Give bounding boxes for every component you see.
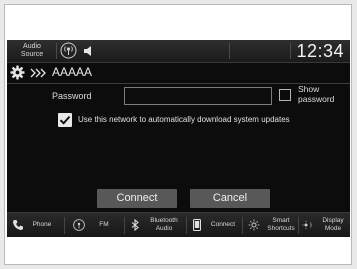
- nav-display-mode[interactable]: Display Mode: [299, 213, 350, 237]
- bluetooth-icon: [131, 219, 139, 231]
- nav-connect-label: Connect: [210, 221, 236, 228]
- nav-bluetooth-label-line2: Audio: [155, 225, 173, 232]
- status-bar: Audio Source 12:34: [7, 40, 350, 63]
- smartphone-icon: [193, 219, 201, 231]
- nav-smart-label: Smart Shortcuts: [264, 217, 298, 233]
- cancel-button[interactable]: Cancel: [190, 189, 270, 208]
- speaker-icon: [84, 46, 91, 56]
- nav-smart-label-line2: Shortcuts: [267, 225, 295, 232]
- nav-bluetooth-label: Bluetooth Audio: [143, 217, 185, 233]
- audio-source-button[interactable]: Audio Source: [13, 43, 51, 59]
- nav-display-label: Display Mode: [316, 217, 350, 233]
- display-mode-icon: [302, 221, 312, 229]
- status-divider: [290, 43, 291, 59]
- status-divider: [56, 43, 57, 59]
- nav-phone[interactable]: Phone: [7, 213, 62, 237]
- checkmark-icon: [59, 115, 71, 125]
- nav-bluetooth-audio[interactable]: Bluetooth Audio: [125, 213, 185, 237]
- smart-shortcuts-icon: [248, 219, 260, 231]
- clock: 12:34: [296, 41, 344, 61]
- nav-phone-label: Phone: [32, 221, 52, 228]
- radio-icon: [73, 219, 85, 231]
- password-input[interactable]: [124, 87, 272, 105]
- network-name: AAAAA: [52, 65, 93, 79]
- auto-download-label: Use this network to automatically downlo…: [78, 115, 290, 124]
- nav-display-label-line2: Mode: [324, 225, 342, 232]
- radio-icon[interactable]: [60, 42, 77, 59]
- show-password-label-line2: password: [298, 94, 335, 104]
- gear-icon: [10, 65, 25, 80]
- show-password-label[interactable]: Show password: [298, 84, 334, 104]
- double-chevron-icon: [30, 68, 46, 78]
- auto-download-checkbox[interactable]: [58, 113, 72, 127]
- audio-source-label-line1: Audio: [23, 43, 41, 50]
- title-row: AAAAA: [7, 64, 350, 82]
- infotainment-screen: Audio Source 12:34 AAAAA Password Show p…: [7, 40, 350, 237]
- nav-fm-label: FM: [99, 221, 109, 228]
- nav-connect[interactable]: Connect: [187, 213, 241, 237]
- nav-smart-label-line1: Smart: [272, 217, 290, 224]
- nav-bluetooth-label-line1: Bluetooth: [150, 217, 178, 224]
- nav-smart-shortcuts[interactable]: Smart Shortcuts: [243, 213, 297, 237]
- bottom-nav: Phone FM Bluetooth Audio Connect Smart S…: [7, 212, 350, 237]
- password-label: Password: [52, 91, 92, 101]
- show-password-checkbox[interactable]: [279, 89, 291, 101]
- connect-button[interactable]: Connect: [97, 189, 177, 208]
- show-password-label-line1: Show: [298, 84, 320, 94]
- phone-icon: [12, 220, 23, 231]
- nav-display-label-line1: Display: [322, 217, 344, 224]
- audio-source-label-line2: Source: [20, 51, 44, 58]
- nav-fm[interactable]: FM: [65, 213, 123, 237]
- status-divider: [229, 43, 230, 59]
